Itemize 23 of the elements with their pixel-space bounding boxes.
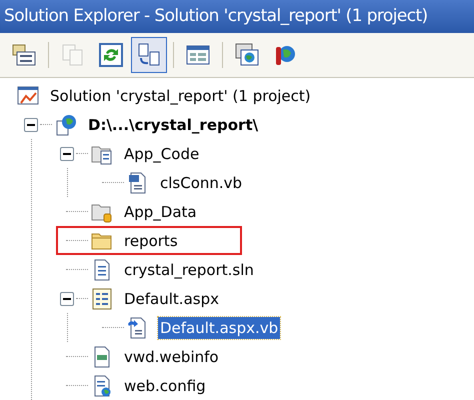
expander-button[interactable] [24,118,38,132]
tree-item[interactable]: App_Code [122,142,202,164]
browser-window-icon [234,42,260,68]
solution-icon [16,84,40,108]
tree-item[interactable]: clsConn.vb [158,172,244,194]
window-title: Solution Explorer - Solution 'crystal_report' (1 project) [0,0,474,33]
tree-item[interactable]: Default.aspx.vb [158,316,280,338]
tree-item[interactable]: vwd.webinfo [122,346,221,368]
toolbar-button[interactable] [131,37,167,73]
tree-item[interactable]: Default.aspx [122,288,221,310]
tree-item[interactable]: App_Data [122,200,199,222]
tree-item[interactable]: reports [122,230,180,252]
tree-item[interactable]: web.config [122,374,208,396]
expander-button[interactable] [60,146,74,160]
refresh-icon [98,42,124,68]
form-document-icon [90,286,114,310]
tree-item[interactable]: D:\...\crystal_report\ [86,114,260,136]
documents-icon [136,42,162,68]
globe-document-icon [54,112,78,136]
tree-item[interactable]: crystal_report.sln [122,258,256,280]
list-window-icon [11,42,37,68]
tree-item[interactable]: Solution 'crystal_report' (1 project) [48,84,313,106]
expander-button[interactable] [60,292,74,306]
